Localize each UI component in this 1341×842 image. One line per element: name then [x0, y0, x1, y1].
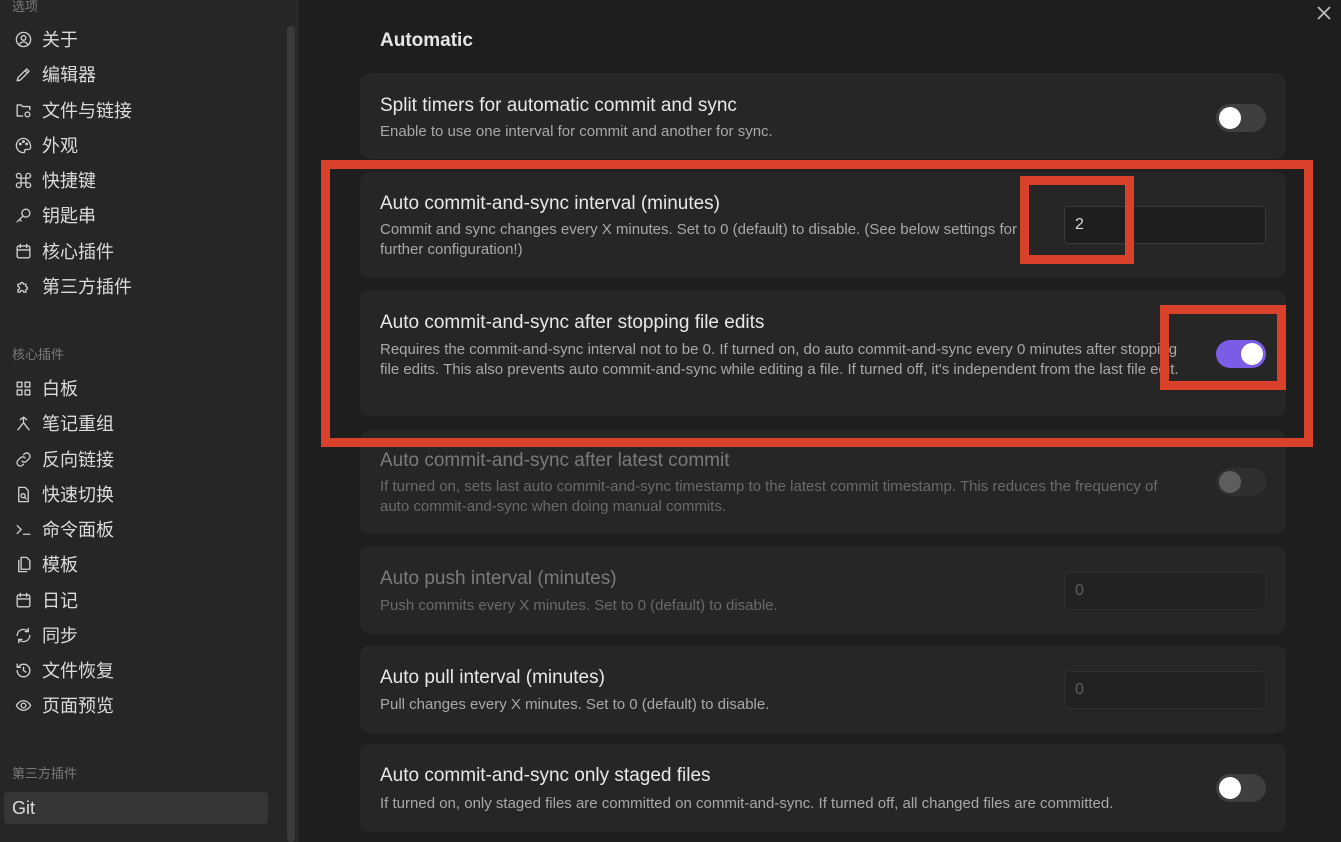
sidebar-item-label: 文件恢复 [42, 661, 114, 682]
sidebar-item-hotkeys[interactable]: 快捷键 [4, 164, 268, 196]
sidebar-item-appearance[interactable]: 外观 [4, 129, 268, 161]
terminal-icon [12, 518, 34, 540]
sidebar-item-file-recovery[interactable]: 文件恢复 [4, 654, 268, 686]
setting-description: If turned on, only staged files are comm… [380, 795, 1114, 812]
merge-icon [12, 412, 34, 434]
sidebar-item-label: Git [12, 797, 36, 818]
close-button[interactable] [1313, 2, 1335, 24]
puzzle-icon [12, 275, 34, 297]
setting-auto-push-interval: Auto push interval (minutes) Push commit… [360, 546, 1286, 634]
setting-auto-pull-interval: Auto pull interval (minutes) Pull change… [360, 645, 1286, 733]
toggle-knob [1219, 107, 1241, 129]
sidebar-item-editor[interactable]: 编辑器 [4, 58, 268, 90]
only-staged-files-toggle[interactable] [1216, 774, 1266, 802]
sidebar-item-quick-switcher[interactable]: 快速切换 [4, 478, 268, 510]
layout-grid-icon [12, 377, 34, 399]
sidebar-item-label: 第三方插件 [42, 277, 132, 298]
sidebar-item-label: 命令面板 [42, 520, 114, 541]
sidebar-item-label: 钥匙串 [42, 206, 96, 227]
refresh-icon [12, 624, 34, 646]
toggle-knob [1219, 777, 1241, 799]
section-title: Automatic [380, 30, 473, 51]
setting-title: Auto commit-and-sync only staged files [380, 765, 711, 786]
sidebar-item-label: 白板 [42, 379, 78, 400]
sidebar-item-label: 日记 [42, 591, 78, 612]
toggle-knob [1219, 471, 1241, 493]
setting-description: Push commits every X minutes. Set to 0 (… [380, 597, 778, 614]
sidebar-item-label: 页面预览 [42, 696, 114, 717]
setting-title: Auto push interval (minutes) [380, 568, 617, 589]
setting-only-staged-files: Auto commit-and-sync only staged files I… [360, 744, 1286, 832]
split-timers-toggle[interactable] [1216, 104, 1266, 132]
sidebar-item-label: 反向链接 [42, 450, 114, 471]
calendar-icon [12, 240, 34, 262]
setting-description: If turned on, sets last auto commit-and-… [380, 478, 1158, 515]
sidebar-item-canvas[interactable]: 白板 [4, 372, 268, 404]
annotation-highlight-settings [321, 160, 1313, 447]
sidebar-item-daily-notes[interactable]: 日记 [4, 584, 268, 616]
settings-sidebar: 选项 关于 编辑器 文件与链接 外观 快捷键 钥匙串 核心插件 第三方插件 核心… [0, 0, 298, 842]
sidebar-item-label: 核心插件 [42, 242, 114, 263]
sidebar-item-label: 模板 [42, 555, 78, 576]
auto-pull-interval-input[interactable]: 0 [1064, 671, 1266, 709]
sidebar-item-keychain[interactable]: 钥匙串 [4, 199, 268, 231]
files-icon [12, 553, 34, 575]
sidebar-item-core-plugins[interactable]: 核心插件 [4, 235, 268, 267]
sidebar-item-label: 笔记重组 [42, 414, 114, 435]
pencil-icon [12, 63, 34, 85]
sidebar-item-sync[interactable]: 同步 [4, 619, 268, 651]
sidebar-heading-core: 核心插件 [12, 348, 65, 363]
sidebar-item-about[interactable]: 关于 [4, 23, 268, 55]
calendar-icon [12, 589, 34, 611]
setting-title: Auto pull interval (minutes) [380, 667, 605, 688]
link-icon [12, 448, 34, 470]
sidebar-item-label: 快速切换 [42, 485, 114, 506]
eye-icon [12, 694, 34, 716]
sidebar-item-page-preview[interactable]: 页面预览 [4, 689, 268, 721]
sidebar-scrollbar[interactable] [287, 26, 295, 842]
sidebar-item-label: 编辑器 [42, 65, 96, 86]
sidebar-item-files-links[interactable]: 文件与链接 [4, 94, 268, 126]
user-circle-icon [12, 28, 34, 50]
sidebar-item-templates[interactable]: 模板 [4, 548, 268, 580]
sidebar-item-label: 关于 [42, 30, 78, 51]
palette-icon [12, 134, 34, 156]
sidebar-item-label: 同步 [42, 626, 78, 647]
annotation-highlight-toggle [1160, 305, 1286, 390]
sidebar-item-label: 文件与链接 [42, 101, 132, 122]
sidebar-item-backlinks[interactable]: 反向链接 [4, 443, 268, 475]
setting-split-timers: Split timers for automatic commit and sy… [360, 73, 1286, 159]
setting-title: Auto commit-and-sync after latest commit [380, 450, 730, 471]
file-search-icon [12, 483, 34, 505]
settings-window: 选项 关于 编辑器 文件与链接 外观 快捷键 钥匙串 核心插件 第三方插件 核心… [0, 0, 1341, 842]
key-icon [12, 204, 34, 226]
auto-push-interval-input[interactable]: 0 [1064, 572, 1266, 610]
sidebar-heading-options: 选项 [12, 0, 39, 15]
sidebar-item-note-composer[interactable]: 笔记重组 [4, 407, 268, 439]
history-icon [12, 659, 34, 681]
setting-description: Pull changes every X minutes. Set to 0 (… [380, 696, 770, 713]
sidebar-heading-third-party: 第三方插件 [12, 767, 78, 782]
command-icon [12, 169, 34, 191]
annotation-highlight-interval [1020, 176, 1134, 264]
setting-description: Enable to use one interval for commit an… [380, 123, 773, 140]
sidebar-item-label: 快捷键 [42, 171, 96, 192]
folder-cog-icon [12, 99, 34, 121]
sidebar-item-label: 外观 [42, 136, 78, 157]
setting-title: Split timers for automatic commit and sy… [380, 95, 737, 116]
sidebar-item-git[interactable]: Git [4, 792, 268, 824]
sidebar-item-community-plugins[interactable]: 第三方插件 [4, 270, 268, 302]
after-latest-commit-toggle[interactable] [1216, 468, 1266, 496]
sidebar-item-command-palette[interactable]: 命令面板 [4, 513, 268, 545]
close-icon [1317, 6, 1331, 20]
